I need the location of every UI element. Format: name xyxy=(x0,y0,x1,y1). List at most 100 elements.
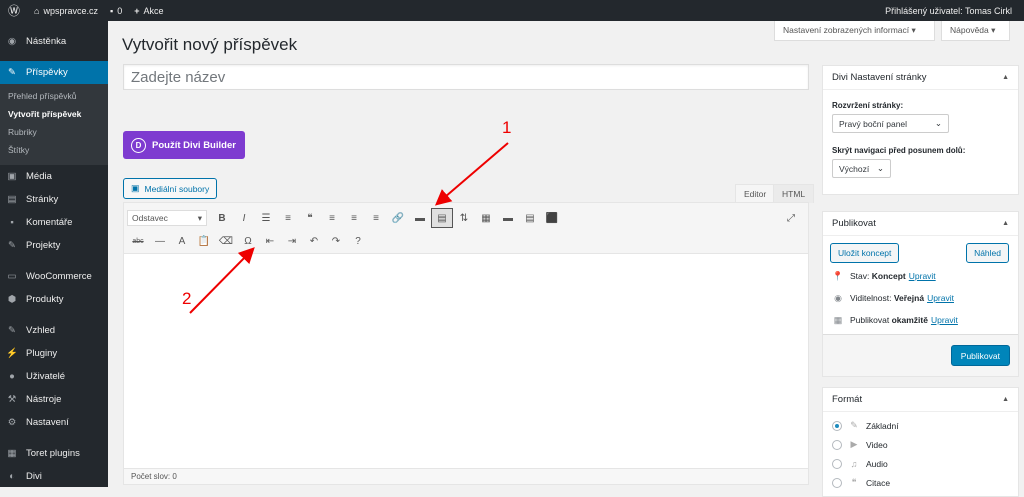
format-option-label: Audio xyxy=(866,458,888,469)
undo-button[interactable]: ↶ xyxy=(303,231,325,251)
sidebar-item-n-st-nka[interactable]: ◉ Nástěnka xyxy=(0,30,108,53)
bold-button[interactable]: B xyxy=(211,208,233,228)
sidebar-item-vzhled[interactable]: ✎ Vzhled xyxy=(0,319,108,342)
divi-layout-button[interactable]: ▦ xyxy=(475,208,497,228)
annotation-label-2: 2 xyxy=(182,289,192,308)
divi-lock-button[interactable]: ⬛ xyxy=(541,208,563,228)
divi-settings-header[interactable]: Divi Nastavení stránky ▲ xyxy=(823,66,1018,90)
sidebar-item-m-dia[interactable]: ▣ Média xyxy=(0,165,108,188)
bullet-list-button[interactable]: ☰ xyxy=(255,208,277,228)
blockquote-button[interactable]: ❝ xyxy=(299,208,321,228)
new-content-label: Akce xyxy=(143,5,164,16)
submenu-item[interactable]: Přehled příspěvků xyxy=(0,87,108,105)
link-button[interactable]: 🔗 xyxy=(387,208,409,228)
format-header[interactable]: Formát ▲ xyxy=(823,388,1018,412)
sidebar-item-str-nky[interactable]: ▤ Stránky xyxy=(0,188,108,211)
comment-icon: ▪ xyxy=(109,5,114,16)
indent-button[interactable]: ⇥ xyxy=(281,231,303,251)
sidebar-item-posts[interactable]: ✎ Příspěvky xyxy=(0,61,108,84)
numbered-list-button[interactable]: ≡ xyxy=(277,208,299,228)
format-option-audio[interactable]: ♫ Audio xyxy=(823,454,1018,473)
visibility-label: Viditelnost: xyxy=(850,293,892,303)
sidebar-item-toret-plugins[interactable]: ▦ Toret plugins xyxy=(0,442,108,465)
tab-visual[interactable]: Editor xyxy=(735,184,776,203)
new-content-menu[interactable]: + Akce xyxy=(128,0,169,21)
align-right-button[interactable]: ≡ xyxy=(365,208,387,228)
format-radio[interactable] xyxy=(832,439,842,450)
format-option-video[interactable]: ▶ Video xyxy=(823,435,1018,454)
comments-icon: ▪ xyxy=(10,217,14,228)
toolbar-toggle-button[interactable]: ▤ xyxy=(431,208,453,228)
special-character-button[interactable]: Ω xyxy=(237,231,259,251)
sidebar-item-koment-e[interactable]: ▪ Komentáře xyxy=(0,211,108,234)
align-left-button[interactable]: ≡ xyxy=(321,208,343,228)
post-title-input[interactable]: Zadejte název xyxy=(123,64,809,90)
save-draft-button[interactable]: Uložit koncept xyxy=(830,243,900,263)
sidebar-item-produkty[interactable]: ⬢ Produkty xyxy=(0,288,108,311)
publish-box: Publikovat ▲ Uložit koncept Náhled 📍 Stav:… xyxy=(822,211,1019,377)
help-button[interactable]: Nápověda ▾ xyxy=(941,21,1010,41)
preview-button[interactable]: Náhled xyxy=(966,243,1009,263)
video-icon: ▶ xyxy=(850,439,858,449)
add-media-button[interactable]: ▣ Mediální soubory xyxy=(123,178,218,199)
redo-button[interactable]: ↷ xyxy=(325,231,347,251)
appearance-icon: ✎ xyxy=(8,325,16,336)
page-layout-select[interactable]: Pravý boční panel ⌄ xyxy=(832,114,949,133)
format-option-základní[interactable]: ✎ Základní xyxy=(823,416,1018,435)
collapse-arrow-icon[interactable]: ▲ xyxy=(1002,220,1009,227)
paragraph-format-select[interactable]: Odstavec ▾ xyxy=(127,210,207,226)
edit-schedule-link[interactable]: Upravit xyxy=(931,315,958,325)
publish-header[interactable]: Publikovat ▲ xyxy=(823,212,1018,236)
sidebar-item-label: Stránky xyxy=(26,194,59,205)
format-radio[interactable] xyxy=(832,420,842,431)
shortcode-button[interactable]: ⇅ xyxy=(453,208,475,228)
format-option-citace[interactable]: ❝ Citace xyxy=(823,473,1018,492)
sidebar-item-n-stroje[interactable]: ⚒ Nástroje xyxy=(0,388,108,411)
site-name-link[interactable]: ⌂ wpspravce.cz xyxy=(28,0,104,21)
calendar-icon: ▦ xyxy=(833,314,843,325)
clear-formatting-button[interactable]: ⌫ xyxy=(215,231,237,251)
sidebar-item-woocommerce[interactable]: ▭ WooCommerce xyxy=(0,265,108,288)
divi-tabs-button[interactable]: ▬ xyxy=(497,208,519,228)
pin-icon: ✎ xyxy=(850,420,858,430)
editor-content-area[interactable] xyxy=(124,254,808,468)
dashboard-icon: ◉ xyxy=(7,36,17,47)
submenu-item[interactable]: Rubriky xyxy=(0,123,108,141)
hide-nav-select[interactable]: Výchozí ⌄ xyxy=(832,159,891,178)
collapse-arrow-icon[interactable]: ▲ xyxy=(1002,74,1009,81)
paste-text-button[interactable]: 📋 xyxy=(193,231,215,251)
comments-link[interactable]: ▪ 0 xyxy=(104,0,128,21)
sidebar-item-divi[interactable]: ◐ Divi xyxy=(0,465,108,488)
collapse-arrow-icon[interactable]: ▲ xyxy=(1002,396,1009,403)
wordpress-logo-icon[interactable]: Ⓦ xyxy=(0,0,28,21)
sidebar-item-projekty[interactable]: ✎ Projekty xyxy=(0,234,108,257)
format-radio[interactable] xyxy=(832,458,842,469)
divi-settings-box: Divi Nastavení stránky ▲ Rozvržení stránk… xyxy=(822,65,1019,195)
media-icon: ▣ xyxy=(7,171,17,182)
tab-html[interactable]: HTML xyxy=(773,184,815,203)
divi-list-button[interactable]: ▤ xyxy=(519,208,541,228)
edit-visibility-link[interactable]: Upravit xyxy=(927,293,954,303)
italic-button[interactable]: I xyxy=(233,208,255,228)
divi-builder-button[interactable]: D Použít Divi Builder xyxy=(123,131,245,159)
strikethrough-button[interactable]: abc xyxy=(127,231,149,251)
settings-icon: ⚙ xyxy=(7,417,17,428)
user-account-menu[interactable]: Přihlášený uživatel: Tomas Cirkl xyxy=(879,0,1024,21)
edit-status-link[interactable]: Upravit xyxy=(909,271,936,281)
publish-button[interactable]: Publikovat xyxy=(950,345,1010,366)
align-center-button[interactable]: ≡ xyxy=(343,208,365,228)
screen-options-button[interactable]: Nastavení zobrazených informací ▾ xyxy=(774,21,935,41)
outdent-button[interactable]: ⇤ xyxy=(259,231,281,251)
fullscreen-button[interactable]: ⤢ xyxy=(780,208,802,228)
format-radio[interactable] xyxy=(832,477,842,488)
sidebar-item-u-ivatel-[interactable]: ● Uživatelé xyxy=(0,365,108,388)
text-color-button[interactable]: A xyxy=(171,231,193,251)
help-button[interactable]: ? xyxy=(347,231,369,251)
submenu-item[interactable]: Vytvořit příspěvek xyxy=(0,105,108,123)
read-more-button[interactable]: ▬ xyxy=(409,208,431,228)
site-name-label: wpspravce.cz xyxy=(43,5,98,16)
horizontal-line-button[interactable]: — xyxy=(149,231,171,251)
sidebar-item-nastaven-[interactable]: ⚙ Nastavení xyxy=(0,411,108,434)
sidebar-item-pluginy[interactable]: ⚡ Pluginy xyxy=(0,342,108,365)
submenu-item[interactable]: Štítky xyxy=(0,141,108,159)
